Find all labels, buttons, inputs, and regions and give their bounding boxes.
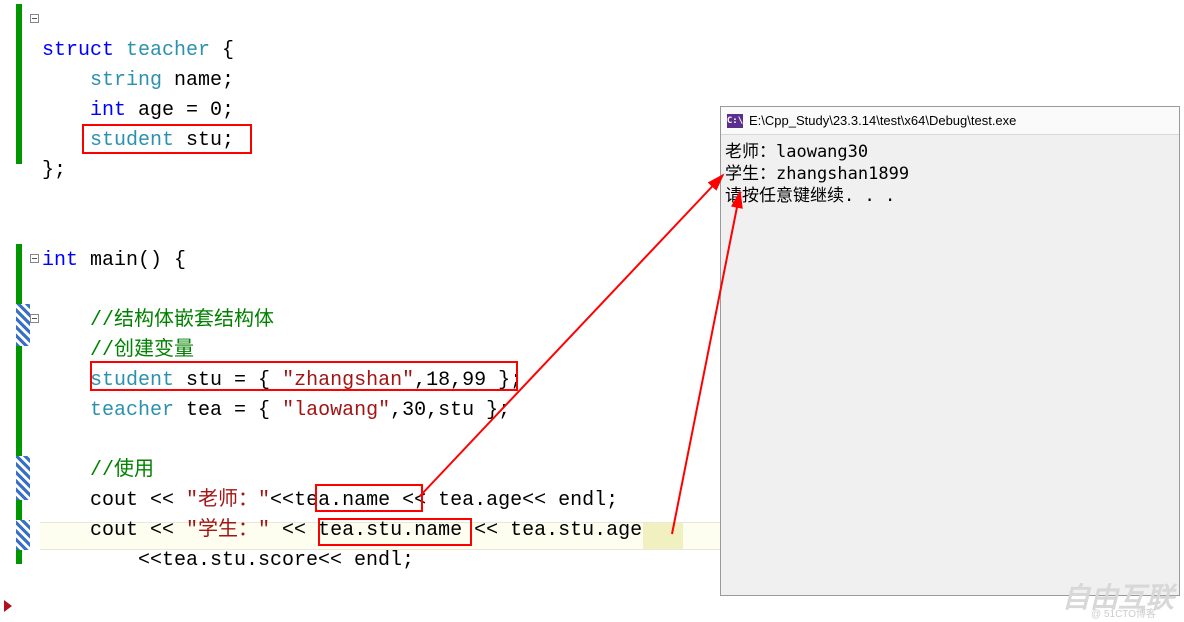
- console-icon: C:\: [727, 114, 743, 128]
- console-titlebar: C:\ E:\Cpp_Study\23.3.14\test\x64\Debug\…: [721, 107, 1179, 135]
- console-window[interactable]: C:\ E:\Cpp_Study\23.3.14\test\x64\Debug\…: [720, 106, 1180, 596]
- code-editor[interactable]: struct teacher { string name; int age = …: [0, 0, 720, 622]
- console-title-text: E:\Cpp_Study\23.3.14\test\x64\Debug\test…: [749, 113, 1016, 128]
- fold-icon[interactable]: [30, 254, 39, 263]
- code-content: struct teacher { string name; int age = …: [42, 6, 642, 606]
- yellow-hilite: [643, 523, 683, 549]
- console-output: 老师：laowang30 学生：zhangshan1899 请按任意键继续. .…: [721, 135, 1179, 213]
- fold-icon[interactable]: [30, 14, 39, 23]
- breakpoint-arrow-icon: [4, 600, 12, 612]
- fold-icon[interactable]: [30, 314, 39, 323]
- watermark-sub: @ 51CTO博客: [1091, 605, 1156, 620]
